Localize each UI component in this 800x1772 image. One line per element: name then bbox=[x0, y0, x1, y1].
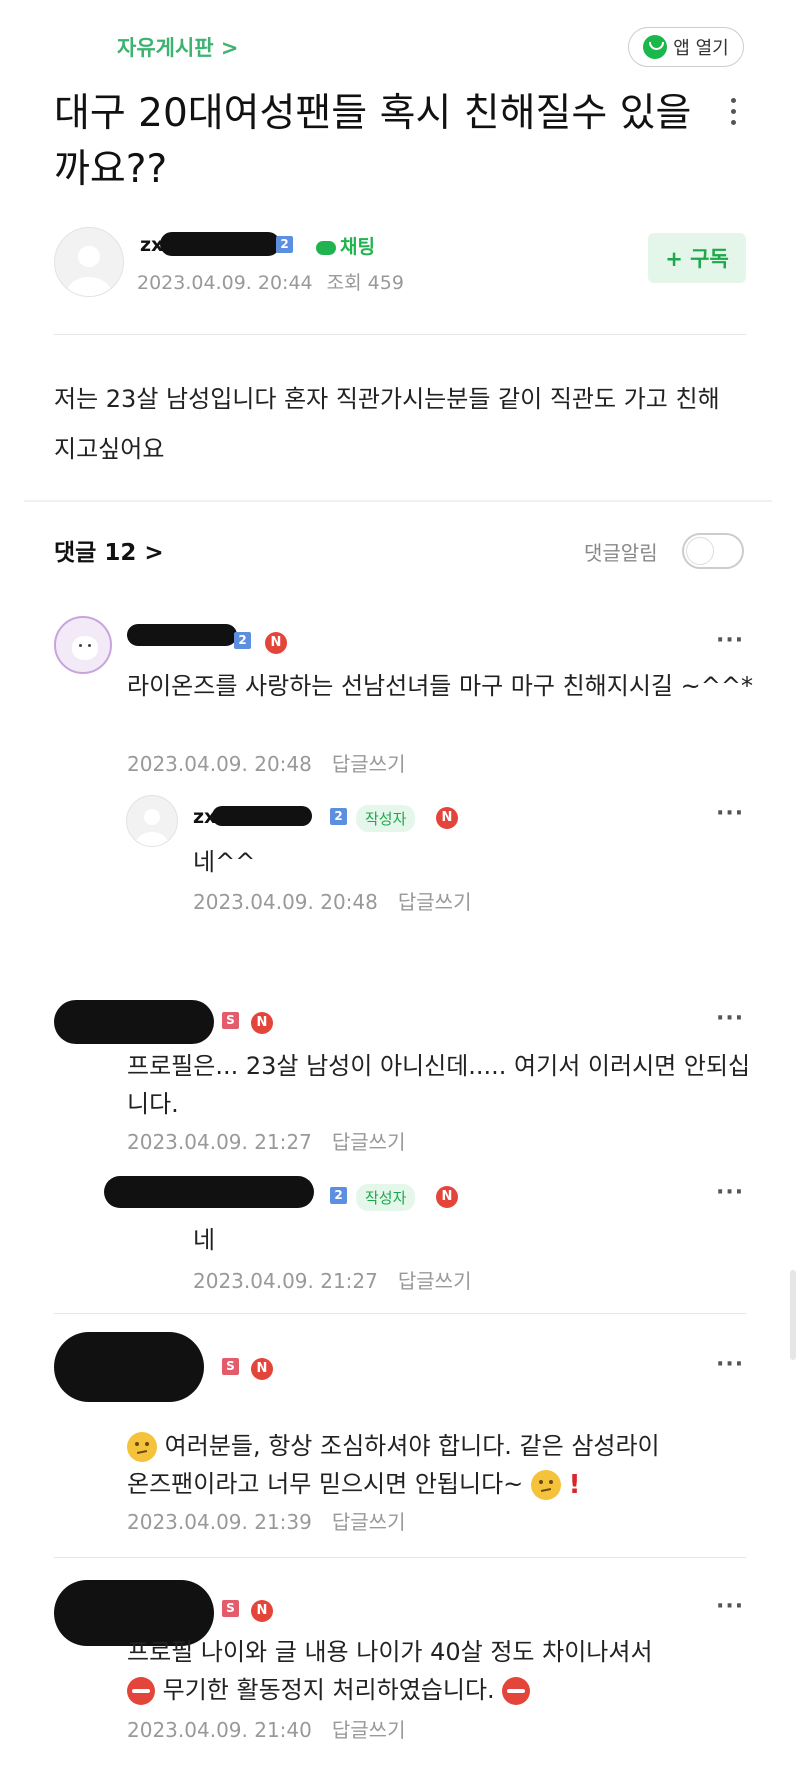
reply-button[interactable]: 답글쓰기 bbox=[398, 890, 472, 914]
comment-text: 네^^ bbox=[193, 848, 256, 876]
reply-button[interactable]: 답글쓰기 bbox=[332, 1718, 406, 1742]
level-icon: S bbox=[222, 1358, 239, 1375]
comment-text-line: 무기한 활동정지 처리하였습니다. bbox=[162, 1676, 495, 1704]
divider bbox=[54, 1313, 746, 1314]
comment-more-icon[interactable]: ··· bbox=[716, 1180, 744, 1205]
level-icon: S bbox=[222, 1012, 239, 1029]
divider bbox=[54, 1557, 746, 1558]
comment-text: 프로필 나이와 글 내용 나이가 40살 정도 차이나셔서 무기한 활동정지 처… bbox=[127, 1633, 767, 1709]
post-body: 저는 23살 남성입니다 혼자 직관가시는분들 같이 직관도 가고 친해 지고싶… bbox=[54, 385, 720, 463]
post-title: 대구 20대여성팬들 혹시 친해질수 있을까요?? bbox=[54, 91, 692, 192]
exclamation-icon: ! bbox=[568, 1470, 581, 1500]
comment-date: 2023.04.09. 21:40 bbox=[127, 1718, 312, 1742]
comment-text-line: 프로필 나이와 글 내용 나이가 40살 정도 차이나셔서 bbox=[127, 1638, 653, 1666]
new-badge-icon: N bbox=[265, 632, 287, 654]
comment-text: 네 bbox=[193, 1226, 216, 1254]
board-link[interactable]: 자유게시판 > bbox=[117, 32, 239, 62]
post-views: 조회 459 bbox=[326, 272, 404, 294]
new-badge-icon: N bbox=[436, 807, 458, 829]
comment-more-icon[interactable]: ··· bbox=[716, 628, 744, 653]
comment-notify-toggle[interactable] bbox=[682, 533, 744, 569]
chat-button[interactable]: 채팅 bbox=[316, 232, 375, 259]
level-icon: S bbox=[222, 1600, 239, 1617]
comments-count-link[interactable]: 댓글 12 > bbox=[54, 533, 164, 567]
redaction-scribble bbox=[212, 806, 312, 826]
reply-button[interactable]: 답글쓰기 bbox=[332, 1510, 406, 1534]
new-badge-icon: N bbox=[251, 1012, 273, 1034]
comment-more-icon[interactable]: ··· bbox=[716, 1352, 744, 1377]
comment-text: 프로필은... 23살 남성이 아니신데..... 여기서 이러시면 안되십니다… bbox=[127, 1052, 751, 1118]
no-entry-icon bbox=[127, 1677, 155, 1705]
comment-text: 여러분들, 항상 조심하셔야 합니다. 같은 삼성라이 온즈팬이라고 너무 믿으… bbox=[127, 1427, 767, 1504]
comment-more-icon[interactable]: ··· bbox=[716, 1594, 744, 1619]
level-icon: 2 bbox=[330, 808, 347, 825]
redaction-scribble bbox=[54, 1000, 214, 1044]
commenter-avatar[interactable] bbox=[126, 795, 178, 847]
post-date: 2023.04.09. 20:44 bbox=[137, 272, 313, 294]
scrollbar[interactable] bbox=[790, 1270, 796, 1360]
comment-date: 2023.04.09. 21:39 bbox=[127, 1510, 312, 1534]
level-icon: 2 bbox=[234, 632, 251, 649]
reply-button[interactable]: 답글쓰기 bbox=[398, 1269, 472, 1293]
new-badge-icon: N bbox=[436, 1186, 458, 1208]
comment-text: 라이온즈를 사랑하는 선남선녀들 마구 마구 친해지시길 ~^^* bbox=[127, 672, 753, 700]
author-avatar[interactable] bbox=[54, 227, 124, 297]
open-app-label: 앱 열기 bbox=[673, 38, 729, 59]
comment-date: 2023.04.09. 20:48 bbox=[193, 890, 378, 914]
thinking-face-icon bbox=[127, 1432, 157, 1462]
comment-date: 2023.04.09. 21:27 bbox=[127, 1130, 312, 1154]
author-tag: 작성자 bbox=[356, 1184, 416, 1211]
new-badge-icon: N bbox=[251, 1600, 273, 1622]
new-badge-icon: N bbox=[251, 1358, 273, 1380]
author-tag: 작성자 bbox=[356, 805, 416, 832]
app-logo-icon bbox=[643, 35, 668, 59]
comment-text-line: 여러분들, 항상 조심하셔야 합니다. 같은 삼성라이 bbox=[164, 1432, 660, 1460]
subscribe-button[interactable]: + 구독 bbox=[648, 233, 746, 283]
comment-date: 2023.04.09. 21:27 bbox=[193, 1269, 378, 1293]
comment-notify-label: 댓글알림 bbox=[584, 541, 658, 565]
post-more-icon[interactable] bbox=[731, 98, 737, 131]
author-level-icon: 2 bbox=[276, 236, 293, 253]
redaction-scribble bbox=[127, 624, 237, 646]
commenter-avatar[interactable] bbox=[54, 616, 112, 674]
thinking-face-icon bbox=[530, 1470, 561, 1500]
reply-button[interactable]: 답글쓰기 bbox=[332, 752, 406, 776]
open-app-button[interactable]: 앱 열기 bbox=[628, 27, 744, 67]
redaction-scribble bbox=[160, 232, 280, 256]
chat-bubble-icon bbox=[316, 240, 336, 255]
comment-more-icon[interactable]: ··· bbox=[716, 801, 744, 826]
divider bbox=[54, 334, 746, 335]
redaction-scribble bbox=[54, 1332, 204, 1402]
reply-button[interactable]: 답글쓰기 bbox=[332, 1130, 406, 1154]
no-entry-icon bbox=[502, 1677, 531, 1705]
comment-text-line: 온즈팬이라고 너무 믿으시면 안됩니다~ bbox=[127, 1470, 524, 1498]
divider bbox=[24, 500, 772, 502]
comment-date: 2023.04.09. 20:48 bbox=[127, 752, 312, 776]
commenter-name[interactable]: zx x bbox=[193, 1185, 235, 1207]
comment-more-icon[interactable]: ··· bbox=[716, 1006, 744, 1031]
level-icon: 2 bbox=[330, 1187, 347, 1204]
chat-label: 채팅 bbox=[340, 236, 375, 258]
